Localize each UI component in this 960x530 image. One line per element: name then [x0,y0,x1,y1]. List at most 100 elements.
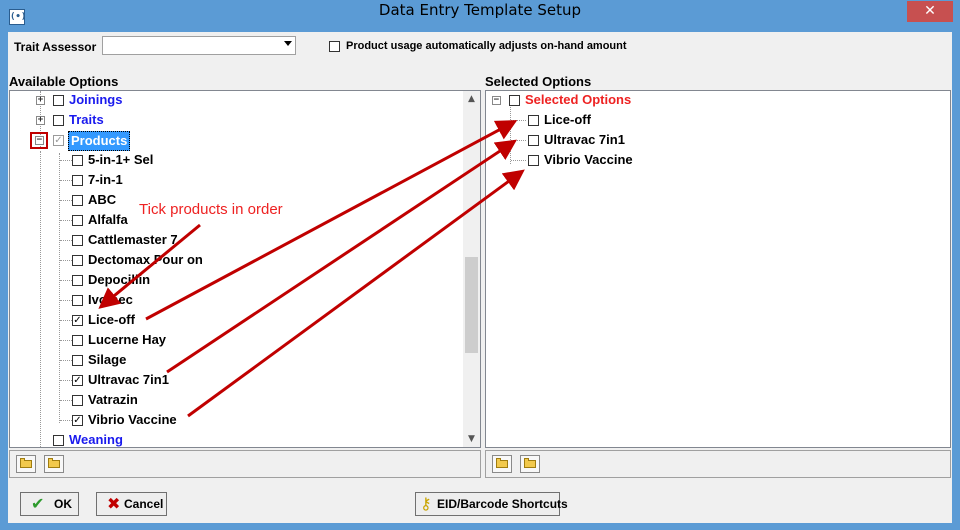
product-label: Ivomec [88,292,133,307]
product-item[interactable]: Ivomec [10,291,450,311]
product-checkbox[interactable]: ✓ [72,375,83,386]
product-checkbox[interactable] [72,175,83,186]
tree-node-label: Weaning [69,432,123,447]
product-item[interactable]: ✓ Lice-off [10,311,450,331]
title-bar[interactable]: (•) Data Entry Template Setup ✕ [1,1,959,32]
product-checkbox[interactable] [72,215,83,226]
dialog-window: (•) Data Entry Template Setup ✕ Trait As… [0,0,960,530]
product-label: Depocillin [88,272,151,287]
selected-item[interactable]: Vibrio Vaccine [486,151,926,171]
product-label: 7-in-1 [88,172,123,187]
ok-label: OK [54,497,72,511]
expand-icon[interactable]: + [36,96,45,105]
product-item[interactable]: 7-in-1 [10,171,450,191]
weaning-checkbox[interactable] [53,435,64,446]
product-label: Dectomax Pour on [88,252,203,267]
dialog-body: Trait Assessor Product usage automatical… [8,32,952,523]
product-checkbox[interactable] [72,195,83,206]
selected-item[interactable]: Ultravac 7in1 [486,131,926,151]
selected-root-checkbox[interactable] [509,95,520,106]
selected-item-checkbox[interactable] [528,155,539,166]
product-item[interactable]: ✓ Ultravac 7in1 [10,371,450,391]
product-checkbox[interactable] [72,255,83,266]
product-usage-checkbox[interactable] [329,41,340,52]
product-checkbox[interactable] [72,335,83,346]
tree-node-selected-root[interactable]: − Selected Options [486,91,936,111]
scroll-down-icon[interactable]: ▼ [463,431,480,447]
key-icon: ⚷ [420,494,432,513]
product-item[interactable]: Dectomax Pour on [10,251,450,271]
product-item[interactable]: Depocillin [10,271,450,291]
product-checkbox[interactable] [72,235,83,246]
tree-node-joinings[interactable]: + Joinings [10,91,460,111]
tree-guide-line [60,240,72,241]
product-checkbox[interactable] [72,395,83,406]
product-item[interactable]: ✓ Vibrio Vaccine [10,411,450,431]
close-icon: ✕ [924,3,936,19]
tree-node-traits[interactable]: + Traits [10,111,460,131]
tree-guide-line [511,160,526,161]
product-item[interactable]: 5-in-1+ Sel [10,151,450,171]
tree-node-label: Products [68,131,131,151]
product-label: ABC [88,192,117,207]
joinings-checkbox[interactable] [53,95,64,106]
product-label: Silage [88,352,127,367]
product-label: Vibrio Vaccine [88,412,177,427]
product-checkbox[interactable] [72,355,83,366]
selected-item-checkbox[interactable] [528,135,539,146]
collapse-all-button[interactable] [44,455,64,473]
product-item[interactable]: Cattlemaster 7 [10,231,450,251]
product-label: Alfalfa [88,212,128,227]
selected-item[interactable]: Lice-off [486,111,926,131]
tree-guide-line [60,320,72,321]
selected-item-checkbox[interactable] [528,115,539,126]
product-item[interactable]: Silage [10,351,450,371]
tree-guide-line [511,140,526,141]
expand-icon[interactable]: + [36,116,45,125]
tree-guide-line [60,360,72,361]
available-scrollbar[interactable]: ▲ ▼ [463,91,480,447]
expand-all-button[interactable] [492,455,512,473]
product-label: Lice-off [88,312,135,327]
chevron-down-icon [284,41,292,46]
selected-item-label: Lice-off [544,112,591,127]
tree-guide-line [60,380,72,381]
folder-icon [524,458,536,468]
traits-checkbox[interactable] [53,115,64,126]
cancel-button[interactable]: ✖ Cancel [96,492,167,516]
selected-options-tree[interactable]: − Selected Options Lice-off Ultravac 7in1… [485,90,951,448]
product-checkbox[interactable] [72,155,83,166]
product-checkbox[interactable] [72,275,83,286]
tree-node-products[interactable]: − ✓ Products [10,131,460,151]
close-button[interactable]: ✕ [907,1,953,22]
product-item[interactable]: Vatrazin [10,391,450,411]
tree-guide-line [60,160,72,161]
ok-button[interactable]: ✔ OK [20,492,79,516]
product-checkbox[interactable] [72,295,83,306]
expand-all-button[interactable] [16,455,36,473]
open-folder-icon [20,458,32,468]
cross-icon: ✖ [107,494,121,513]
product-checkbox[interactable]: ✓ [72,415,83,426]
product-usage-label: Product usage automatically adjusts on-h… [346,40,627,52]
selected-item-label: Vibrio Vaccine [544,152,633,167]
scroll-thumb[interactable] [465,257,478,353]
eid-barcode-shortcuts-button[interactable]: ⚷ EID/Barcode Shortcuts [415,492,568,516]
scroll-up-icon[interactable]: ▲ [463,91,480,107]
tree-guide-line [60,340,72,341]
available-toolbar [9,450,481,478]
collapse-all-button[interactable] [520,455,540,473]
product-label: Lucerne Hay [88,332,167,347]
tree-node-weaning[interactable]: Weaning [10,431,460,447]
tree-guide-line [60,400,72,401]
collapse-icon[interactable]: − [492,96,501,105]
product-label: 5-in-1+ Sel [88,152,154,167]
collapse-icon[interactable]: − [35,136,44,145]
product-checkbox[interactable]: ✓ [72,315,83,326]
available-options-tree[interactable]: + Joinings + Traits − ✓ Products 5-in-1+… [9,90,481,448]
product-label: Cattlemaster 7 [88,232,178,247]
products-checkbox[interactable]: ✓ [53,135,64,146]
product-item[interactable]: Lucerne Hay [10,331,450,351]
trait-assessor-dropdown[interactable] [102,36,296,55]
product-label: Ultravac 7in1 [88,372,169,387]
